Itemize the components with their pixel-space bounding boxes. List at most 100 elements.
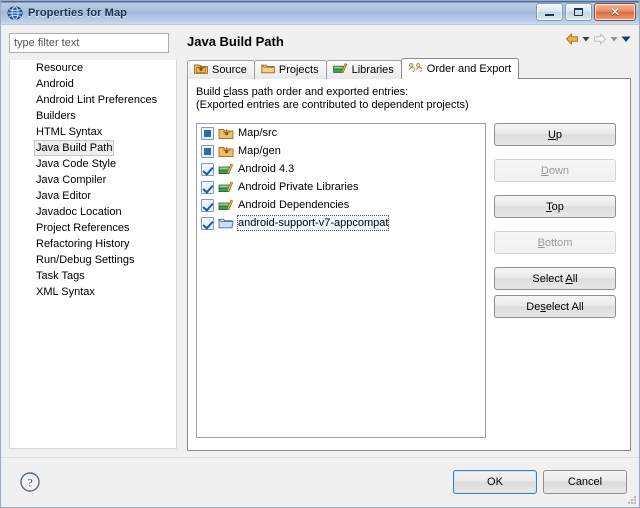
list-item[interactable]: Map/gen [197, 142, 485, 160]
sidebar-item-task-tags[interactable]: Task Tags [10, 268, 176, 284]
list-item[interactable]: Map/src [197, 124, 485, 142]
list-action-buttons: Up Down Top Bottom Select All Deselect A… [494, 123, 616, 323]
up-button[interactable]: Up [494, 123, 616, 146]
entry-checkbox[interactable] [201, 198, 214, 212]
sidebar-item-label: Android [36, 78, 74, 90]
sidebar-item-label: Resource [36, 62, 84, 74]
sidebar-item-android-lint[interactable]: Android Lint Preferences [10, 92, 176, 108]
sidebar-item-java-editor[interactable]: Java Editor [10, 188, 176, 204]
view-menu-icon[interactable] [621, 35, 631, 43]
globe-icon [7, 5, 23, 21]
ok-button[interactable]: OK [453, 470, 537, 494]
down-button: Down [494, 159, 616, 182]
window-title: Properties for Map [28, 6, 127, 19]
source-folder-icon [194, 62, 208, 78]
panel-description-line1: Build class path order and exported entr… [196, 86, 630, 98]
package-folder-icon [218, 125, 234, 141]
entry-checkbox[interactable] [201, 180, 214, 194]
close-button[interactable]: ✕ [594, 3, 636, 21]
forward-dropdown-icon [610, 35, 618, 43]
minimize-icon [545, 13, 554, 16]
entry-checkbox[interactable] [201, 162, 214, 176]
list-item[interactable]: Android Dependencies [197, 196, 485, 214]
description-text: Build class path order and exported entr… [196, 86, 409, 98]
tab-libraries[interactable]: Libraries [325, 60, 402, 79]
sidebar-item-label: Javadoc Location [36, 206, 122, 218]
preference-tree[interactable]: Resource Android Android Lint Preference… [9, 59, 177, 449]
tab-label: Libraries [351, 64, 394, 76]
tab-order-and-export[interactable]: Order and Export [400, 58, 520, 79]
entry-label: Map/src [238, 127, 278, 139]
bottom-button: Bottom [494, 231, 616, 254]
tab-label: Order and Export [426, 63, 512, 75]
sidebar-item-java-compiler[interactable]: Java Compiler [10, 172, 176, 188]
dialog-footer: ? OK Cancel [1, 457, 639, 507]
sidebar-item-resource[interactable]: Resource [10, 60, 176, 76]
button-label: Top [546, 200, 564, 213]
sidebar-item-builders[interactable]: Builders [10, 108, 176, 124]
close-icon: ✕ [609, 5, 621, 19]
tab-label: Source [212, 64, 247, 76]
entry-label: android-support-v7-appcompat [237, 215, 390, 231]
entry-checkbox[interactable] [201, 216, 214, 230]
filter-input[interactable] [9, 33, 169, 53]
sidebar-item-label: HTML Syntax [36, 126, 103, 138]
svg-text:?: ? [27, 476, 32, 490]
maximize-button[interactable] [565, 3, 592, 21]
minimize-button[interactable] [536, 3, 563, 21]
sidebar-item-java-build-path[interactable]: Java Build Path [10, 140, 176, 156]
sidebar-item-javadoc-location[interactable]: Javadoc Location [10, 204, 176, 220]
sidebar-item-xml-syntax[interactable]: XML Syntax [10, 284, 176, 300]
button-label: Down [540, 164, 570, 177]
blue-folder-icon [218, 215, 234, 231]
top-button[interactable]: Top [494, 195, 616, 218]
projects-folder-icon [261, 62, 276, 78]
sidebar-item-html-syntax[interactable]: HTML Syntax [10, 124, 176, 140]
back-arrow-icon[interactable] [565, 32, 579, 46]
order-export-icon [408, 61, 423, 77]
entry-checkbox[interactable] [201, 144, 214, 158]
tab-strip: Source Projects Libraries Order and Expo… [187, 58, 631, 79]
list-item[interactable]: android-support-v7-appcompat [197, 214, 485, 232]
sidebar-item-project-references[interactable]: Project References [10, 220, 176, 236]
button-label: OK [487, 476, 503, 488]
entry-checkbox[interactable] [201, 126, 214, 140]
sidebar-item-label: XML Syntax [36, 286, 95, 298]
sidebar-item-java-code-style[interactable]: Java Code Style [10, 156, 176, 172]
help-question-icon[interactable]: ? [19, 471, 41, 493]
deselect-all-button[interactable]: Deselect All [494, 295, 616, 318]
back-dropdown-icon[interactable] [582, 35, 590, 43]
sidebar-item-label: Project References [36, 222, 130, 234]
button-label: Select All [532, 272, 578, 285]
library-books-icon [218, 179, 234, 195]
title-bar[interactable]: Properties for Map ✕ [1, 1, 639, 25]
dialog-buttons: OK Cancel [453, 470, 627, 494]
list-item[interactable]: Android Private Libraries [197, 178, 485, 196]
libraries-books-icon [332, 62, 348, 78]
sidebar-item-label: Task Tags [36, 270, 85, 282]
preference-page: Java Build Path Source Projects Librarie… [183, 26, 639, 457]
navigation-pane: Resource Android Android Lint Preference… [9, 33, 177, 449]
sidebar-item-label: Run/Debug Settings [36, 254, 135, 266]
properties-dialog: Properties for Map ✕ Resource Android An… [0, 0, 640, 508]
tab-source[interactable]: Source [187, 60, 255, 79]
cancel-button[interactable]: Cancel [543, 470, 627, 494]
select-all-button[interactable]: Select All [494, 267, 616, 290]
sidebar-item-run-debug-settings[interactable]: Run/Debug Settings [10, 252, 176, 268]
page-header: Java Build Path [183, 26, 639, 54]
sidebar-item-android[interactable]: Android [10, 76, 176, 92]
tab-projects[interactable]: Projects [253, 60, 327, 79]
sidebar-item-refactoring-history[interactable]: Refactoring History [10, 236, 176, 252]
dialog-body: Resource Android Android Lint Preference… [1, 26, 639, 457]
button-label: Bottom [537, 236, 573, 249]
button-label: Deselect All [526, 300, 584, 313]
library-books-icon [218, 197, 234, 213]
resize-grip-icon[interactable] [625, 493, 637, 505]
list-item[interactable]: Android 4.3 [197, 160, 485, 178]
build-path-entries-list[interactable]: Map/src Map/gen Android 4.3 Android Priv… [196, 123, 486, 438]
sidebar-item-label: Java Build Path [34, 140, 115, 156]
tab-label: Projects [278, 64, 319, 76]
sidebar-item-label: Refactoring History [36, 238, 130, 250]
entry-label: Android Private Libraries [238, 181, 359, 193]
library-books-icon [218, 161, 234, 177]
